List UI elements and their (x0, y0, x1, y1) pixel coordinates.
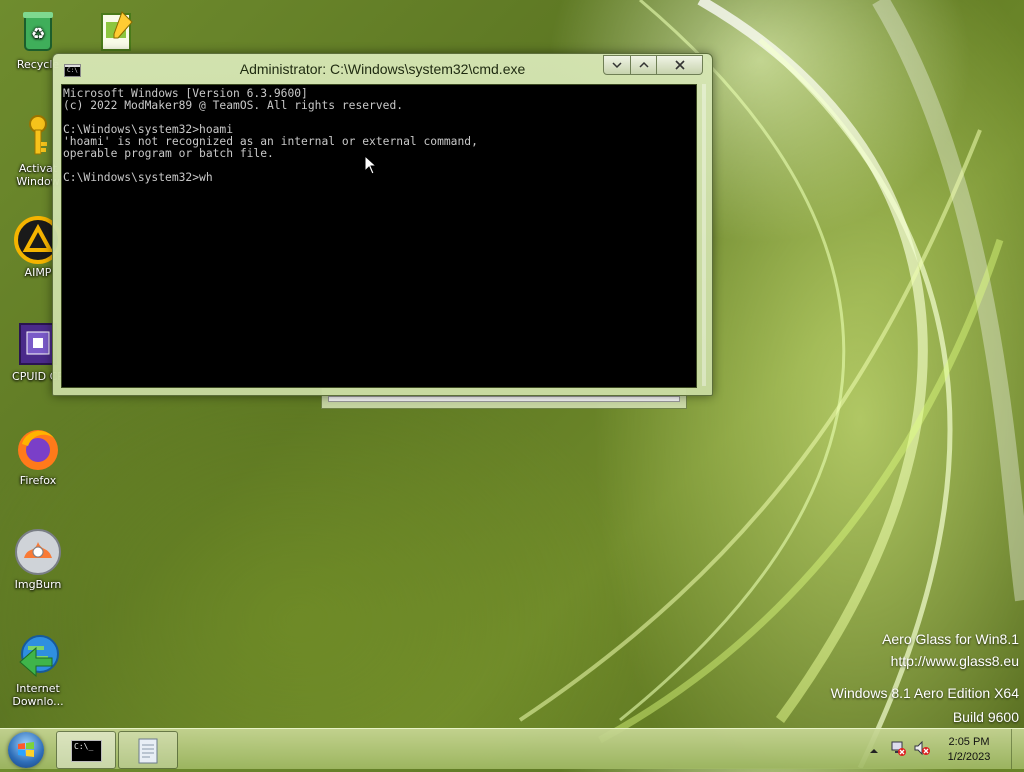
branding-line1: Aero Glass for Win8.1 (882, 631, 1019, 647)
branding-line2: http://www.glass8.eu (890, 653, 1019, 669)
branding-line3: Windows 8.1 Aero Edition X64 (830, 685, 1019, 701)
disc-burn-icon (14, 528, 62, 576)
caption-buttons (603, 55, 703, 75)
desktop-icon-internet-download-manager[interactable]: Internet Downlo... (0, 632, 76, 708)
svg-text:♻: ♻ (31, 24, 45, 43)
mouse-cursor-icon (364, 155, 377, 175)
network-tray-button[interactable] (890, 740, 906, 756)
close-button[interactable] (657, 55, 703, 75)
desktop-icon-firefox[interactable]: Firefox (0, 424, 76, 487)
taskbar-clock[interactable]: 2:05 PM 1/2/2023 (939, 735, 999, 765)
clock-time: 2:05 PM (948, 736, 990, 748)
desktop-icon-imgburn[interactable]: ImgBurn (0, 528, 76, 591)
desktop-icon-label: Internet Downlo... (12, 682, 64, 708)
branding-line4: Build 9600 (952, 709, 1019, 725)
taskbar-notepad-button[interactable] (118, 731, 178, 769)
desktop-icon-label: ImgBurn (14, 578, 62, 591)
console-output: Microsoft Windows [Version 6.3.9600] (c)… (63, 87, 478, 184)
start-button[interactable] (8, 732, 44, 768)
volume-muted-icon (914, 740, 930, 756)
maximize-button[interactable] (631, 55, 657, 75)
notepad-icon (138, 738, 158, 764)
clock-date: 1/2/2023 (947, 751, 991, 763)
taskbar: C:\_ 2:05 PM 1/2/2023 (0, 728, 1024, 769)
desktop-icon-notepad[interactable] (78, 8, 154, 58)
recycle-bin-icon: ♻ (14, 8, 62, 56)
background-window-bar (328, 396, 680, 402)
show-hidden-icons-button[interactable] (868, 742, 880, 754)
cmd-window[interactable]: C:\ Administrator: C:\Windows\system32\c… (52, 53, 713, 396)
window-scrollbar[interactable] (702, 84, 706, 386)
show-desktop-button[interactable] (1011, 729, 1024, 769)
taskbar-cmd-button[interactable]: C:\_ (56, 731, 116, 769)
console-area[interactable]: Microsoft Windows [Version 6.3.9600] (c)… (61, 84, 697, 388)
chevron-down-icon (612, 62, 622, 69)
desktop-icon-label: Firefox (19, 474, 57, 487)
notepad-icon (92, 8, 140, 56)
chevron-up-icon (638, 61, 649, 68)
close-icon (674, 60, 685, 70)
network-disconnected-icon (891, 741, 906, 756)
volume-tray-button[interactable] (913, 740, 931, 756)
chevron-up-icon (870, 749, 878, 753)
globe-download-icon (14, 632, 62, 680)
cmd-taskbar-icon: C:\_ (71, 740, 102, 762)
firefox-icon (14, 424, 62, 472)
title-bar[interactable]: C:\ Administrator: C:\Windows\system32\c… (53, 54, 712, 84)
windows-logo-icon (18, 742, 34, 757)
minimize-button[interactable] (603, 55, 631, 75)
